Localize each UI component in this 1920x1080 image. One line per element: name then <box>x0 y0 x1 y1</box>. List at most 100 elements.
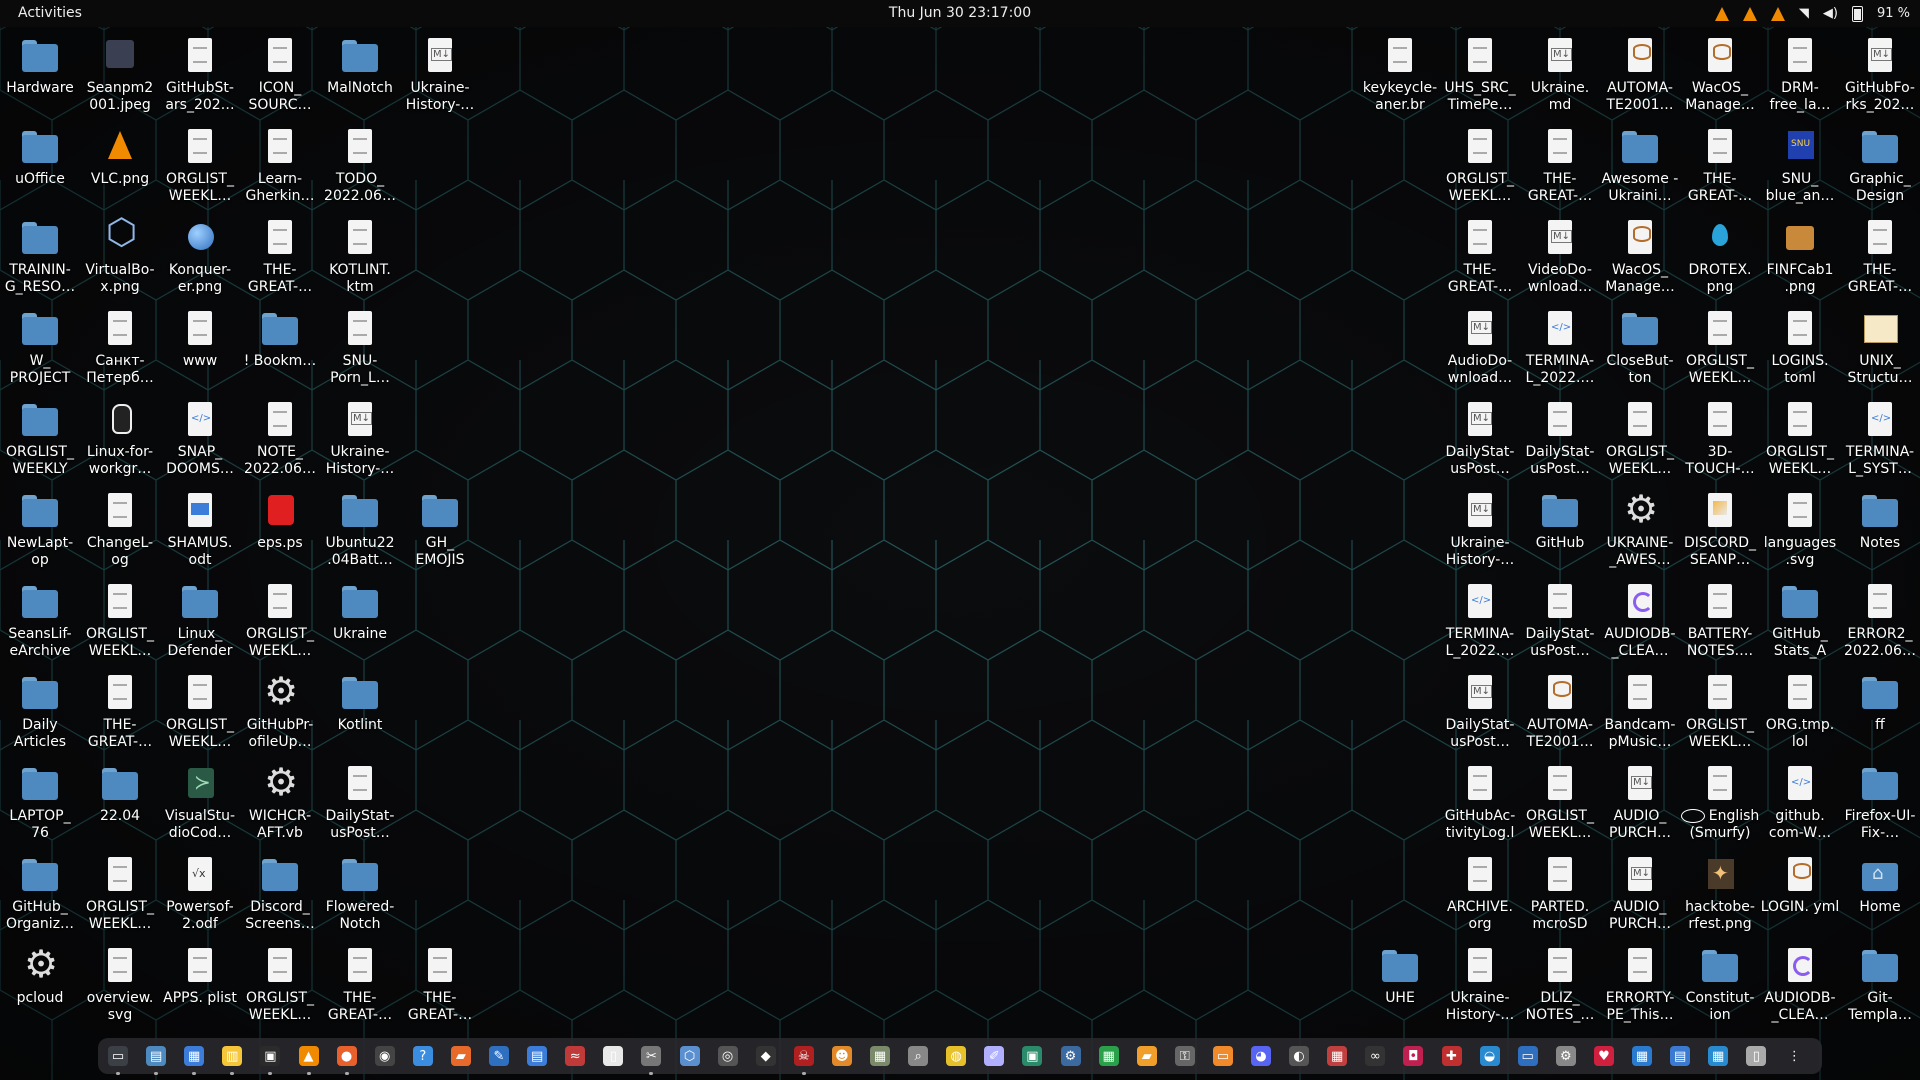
desktop-icon[interactable]: THE-GREAT-… <box>1680 121 1760 213</box>
desktop-icon[interactable]: Ukraine-History-… <box>400 30 480 122</box>
dock-files-icon[interactable]: ▤ <box>144 1044 168 1075</box>
dock-system-monitor-icon[interactable]: ≈ <box>563 1044 587 1068</box>
dock-pirate-app-icon[interactable]: ☠ <box>792 1044 816 1075</box>
dock-firefox-icon[interactable]: ● <box>335 1044 359 1075</box>
dock-lock-app-icon[interactable]: ⚿ <box>1173 1044 1197 1068</box>
desktop-icon[interactable]: Ukraine-History-… <box>1440 940 1520 1032</box>
desktop-icon[interactable]: github. com-W… <box>1760 758 1840 850</box>
desktop-icon[interactable]: Powersof-2.odf <box>160 849 240 941</box>
dock-search-icon[interactable]: ⌕ <box>906 1044 930 1068</box>
desktop-icon[interactable]: AudioDo-wnload… <box>1440 303 1520 395</box>
dock-chrome-icon[interactable]: ◍ <box>944 1044 968 1068</box>
desktop-icon[interactable]: Bandcam-pMusic… <box>1600 667 1680 759</box>
desktop-icon[interactable]: DLIZ_ NOTES_… <box>1520 940 1600 1032</box>
desktop-icon[interactable]: ORGLIST_ WEEKL… <box>80 576 160 668</box>
dock-camera-icon[interactable]: ◎ <box>716 1044 740 1068</box>
desktop-icon[interactable]: AUDIODB-_CLEA… <box>1760 940 1840 1032</box>
desktop-icon[interactable]: uOffice <box>0 121 80 213</box>
dock-obs-icon[interactable]: ◉ <box>373 1044 397 1068</box>
desktop-icon[interactable]: Ukraine <box>320 576 400 668</box>
dock-mascot-app-icon[interactable]: ☻ <box>830 1044 854 1068</box>
dock-windows-app-icon[interactable]: ▦ <box>1630 1044 1654 1068</box>
desktop-icon[interactable]: WICHCR-AFT.vb <box>240 758 320 850</box>
dock-calc-icon[interactable]: ▤ <box>1668 1044 1692 1068</box>
desktop-icon[interactable]: NewLapt-op <box>0 485 80 577</box>
dock-settings-icon[interactable]: ⚙ <box>1059 1044 1083 1068</box>
desktop-icon[interactable]: AUDIO_ PURCH… <box>1600 758 1680 850</box>
desktop-icon[interactable]: ORGLIST_ WEEKL… <box>80 849 160 941</box>
desktop-icon[interactable]: DailyStat-usPost… <box>1520 394 1600 486</box>
activities-button[interactable]: Activities <box>18 5 82 21</box>
desktop-icon[interactable]: DROTEX. png <box>1680 212 1760 304</box>
desktop-icon[interactable]: Daily Articles <box>0 667 80 759</box>
vlc-tray-icon[interactable] <box>1714 6 1729 21</box>
desktop-icon[interactable]: DailyStat-usPost… <box>1520 576 1600 668</box>
dock-recorder-icon[interactable]: ◘ <box>1401 1044 1425 1068</box>
desktop-icon[interactable]: GitHubFo-rks_202… <box>1840 30 1920 122</box>
desktop-icon[interactable]: ORGLIST_ WEEKL… <box>240 940 320 1032</box>
dock-writer-icon[interactable]: ✎ <box>487 1044 511 1068</box>
desktop-icon[interactable]: Learn-Gherkin… <box>240 121 320 213</box>
dock-sound-icon[interactable]: ◐ <box>1287 1044 1311 1068</box>
vlc-tray-icon[interactable] <box>1770 6 1785 21</box>
dock-presentation-icon[interactable]: ▭ <box>1211 1044 1235 1068</box>
desktop-icon[interactable]: APPS. plist <box>160 940 240 1032</box>
dock-keyboard-icon[interactable]: ▭ <box>1516 1044 1540 1068</box>
dock-folder-app-icon[interactable]: ▰ <box>1135 1044 1159 1068</box>
desktop-icon[interactable]: keykeycle-aner.br <box>1360 30 1440 122</box>
desktop-icon[interactable]: GitHub_ Organiz… <box>0 849 80 941</box>
desktop-icon[interactable]: THE-GREAT-… <box>1840 212 1920 304</box>
desktop-icon[interactable]: Kotlint <box>320 667 400 759</box>
desktop-icon[interactable]: www <box>160 303 240 395</box>
desktop-icon[interactable]: TERMINA-L_2022.… <box>1520 303 1600 395</box>
desktop-icon[interactable]: GitHub <box>1520 485 1600 577</box>
desktop-icon[interactable]: SNU-Porn_L… <box>320 303 400 395</box>
desktop-icon[interactable]: ICON_ SOURC… <box>240 30 320 122</box>
desktop-icon[interactable]: SHAMUS. odt <box>160 485 240 577</box>
desktop-icon[interactable]: THE-GREAT-… <box>1520 121 1600 213</box>
desktop-icon[interactable]: AUDIODB-_CLEA… <box>1600 576 1680 668</box>
desktop-icon[interactable]: Ubuntu22 .04Batt… <box>320 485 400 577</box>
desktop-icon[interactable]: WacOS_ Manage… <box>1680 30 1760 122</box>
dock-show-apps-icon[interactable]: ⋮ <box>1782 1044 1806 1068</box>
desktop-icon[interactable]: DailyStat-usPost… <box>1440 667 1520 759</box>
desktop-icon[interactable]: GitHubPr-ofileUp… <box>240 667 320 759</box>
system-tray[interactable]: ◥ ◀) 91 % <box>1714 0 1910 27</box>
desktop-icon[interactable]: ORGLIST_ WEEKL… <box>1440 121 1520 213</box>
wifi-icon[interactable]: ◥ <box>1799 6 1809 21</box>
desktop-icon[interactable]: AUTOMA-TE2001… <box>1520 667 1600 759</box>
desktop-icon[interactable]: Linux_ Defender <box>160 576 240 668</box>
dock-pocket-icon[interactable]: ∞ <box>1363 1044 1387 1068</box>
desktop-icon[interactable]: TERMINA-L_SYST… <box>1840 394 1920 486</box>
desktop-icon[interactable]: ORG.tmp. lol <box>1760 667 1840 759</box>
dock-trash-icon[interactable]: ▯ <box>1744 1044 1768 1068</box>
desktop-icon[interactable]: UHS_SRC_ TimePe… <box>1440 30 1520 122</box>
desktop-icon[interactable]: SNAP_ DOOMS… <box>160 394 240 486</box>
desktop-icon[interactable]: SeansLif-eArchive <box>0 576 80 668</box>
clock[interactable]: Thu Jun 30 23:17:00 <box>0 5 1920 21</box>
volume-icon[interactable]: ◀) <box>1823 6 1838 21</box>
desktop-icon[interactable]: Konquer-er.png <box>160 212 240 304</box>
desktop-icon[interactable]: pcloud <box>0 940 80 1032</box>
desktop-icon[interactable]: overview. svg <box>80 940 160 1032</box>
desktop-icon[interactable]: AUDIO_ PURCH… <box>1600 849 1680 941</box>
desktop-icon[interactable]: KOTLINT. ktm <box>320 212 400 304</box>
desktop-icon[interactable]: ERRORTY-PE_This… <box>1600 940 1680 1032</box>
desktop-icon[interactable]: ORGLIST_ WEEKL… <box>1600 394 1680 486</box>
desktop-icon[interactable]: GitHub_ Stats_A <box>1760 576 1840 668</box>
desktop-icon[interactable]: VisualStu-dioCod… <box>160 758 240 850</box>
desktop-icon[interactable]: English (Smurfy) <box>1680 758 1760 850</box>
desktop-icon[interactable]: ORGLIST_ WEEKL… <box>1760 394 1840 486</box>
dock-notes-icon[interactable]: ▥ <box>220 1044 244 1075</box>
desktop-icon[interactable]: ORGLIST_ WEEKL… <box>240 576 320 668</box>
desktop-icon[interactable]: TERMINA-L_2022.… <box>1440 576 1520 668</box>
desktop-icon[interactable]: Seanpm2 001.jpeg <box>80 30 160 122</box>
desktop-icon[interactable]: ORGLIST_ WEEKL… <box>1520 758 1600 850</box>
desktop-icon[interactable]: THE-GREAT-… <box>1440 212 1520 304</box>
dock-spreadsheet-icon[interactable]: ▦ <box>1097 1044 1121 1068</box>
dock-monitor-icon[interactable]: ▣ <box>1020 1044 1044 1068</box>
desktop-icon[interactable]: Graphic_ Design <box>1840 121 1920 213</box>
dock-paint-icon[interactable]: ✐ <box>982 1044 1006 1068</box>
desktop-icon[interactable]: TODO_ 2022.06… <box>320 121 400 213</box>
dock-calendar-icon[interactable]: ▦ <box>1325 1044 1349 1068</box>
